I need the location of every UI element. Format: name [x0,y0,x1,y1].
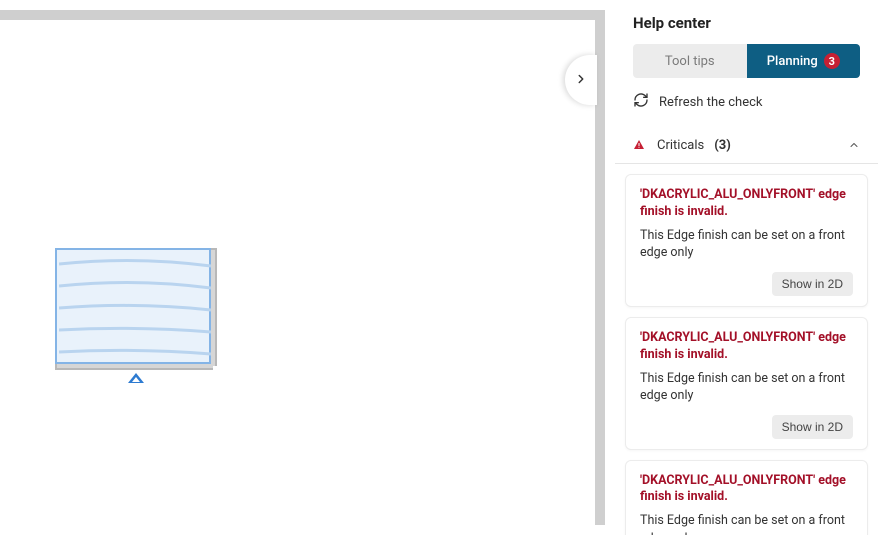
canvas-frame [0,10,605,525]
tab-badge: 3 [824,53,840,69]
show-in-2d-button[interactable]: Show in 2D [772,272,853,296]
issue-card: 'DKACRYLIC_ALU_ONLYFRONT' edge finish is… [625,317,868,450]
help-center-panel: Help center Tool tips Planning 3 Refresh… [615,0,878,535]
help-tabs: Tool tips Planning 3 [633,44,860,78]
furniture-panel-object[interactable] [55,248,217,370]
object-side-face [211,248,217,366]
chevron-up-icon [848,136,860,155]
tab-tool-tips[interactable]: Tool tips [633,44,747,78]
refresh-check-button[interactable]: Refresh the check [615,92,878,128]
issue-card: 'DKACRYLIC_ALU_ONLYFRONT' edge finish is… [625,174,868,307]
issue-description: This Edge finish can be set on a front e… [640,227,853,262]
issue-title: 'DKACRYLIC_ALU_ONLYFRONT' edge finish is… [640,187,853,221]
panel-collapse-handle[interactable] [565,55,597,105]
issue-title: 'DKACRYLIC_ALU_ONLYFRONT' edge finish is… [640,330,853,364]
issues-list: 'DKACRYLIC_ALU_ONLYFRONT' edge finish is… [615,164,878,535]
tab-planning[interactable]: Planning 3 [747,44,861,78]
tab-label: Tool tips [665,54,715,69]
refresh-icon [633,92,649,112]
section-count: (3) [714,138,731,153]
chevron-right-icon [574,71,588,90]
tab-label: Planning [767,54,818,69]
panel-title: Help center [615,14,878,44]
issue-description: This Edge finish can be set on a front e… [640,370,853,405]
section-label: Criticals [657,138,704,153]
object-texture [59,252,211,364]
refresh-label: Refresh the check [659,95,762,110]
criticals-section-header[interactable]: Criticals (3) [615,128,878,164]
design-canvas[interactable] [0,0,615,535]
object-bottom-face [55,364,213,370]
issue-title: 'DKACRYLIC_ALU_ONLYFRONT' edge finish is… [640,473,853,507]
issue-card: 'DKACRYLIC_ALU_ONLYFRONT' edge finish is… [625,460,868,535]
show-in-2d-button[interactable]: Show in 2D [772,415,853,439]
selection-marker-icon [128,373,144,383]
warning-icon [633,139,647,153]
issue-description: This Edge finish can be set on a front e… [640,512,853,535]
object-front-face [55,248,211,364]
